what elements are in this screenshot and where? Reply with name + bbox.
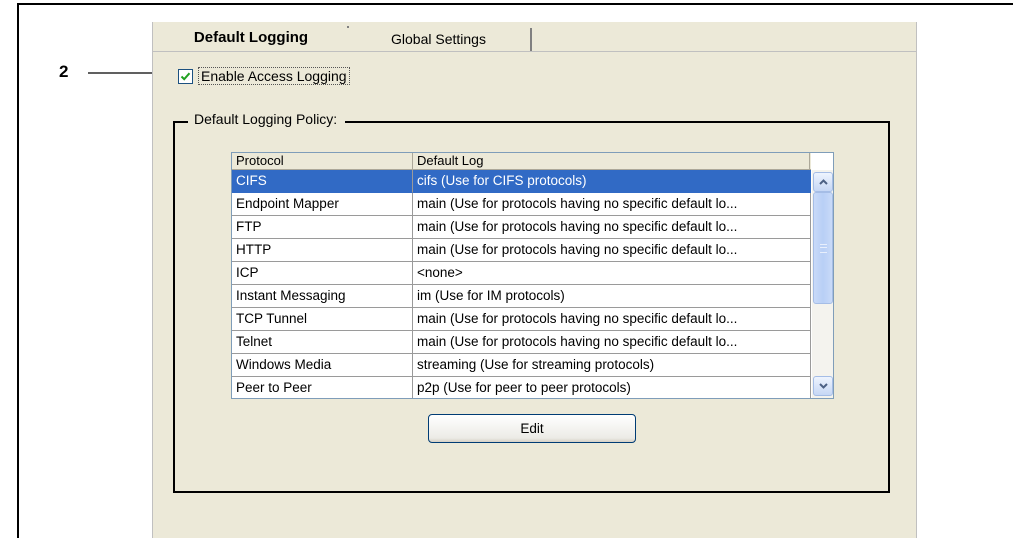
column-header-protocol[interactable]: Protocol <box>232 153 413 169</box>
default-log-cell: main (Use for protocols having no specif… <box>413 239 811 262</box>
protocol-cell: Peer to Peer <box>232 377 413 398</box>
table-row[interactable]: Windows Media streaming (Use for streami… <box>232 354 811 377</box>
protocol-cell: ICP <box>232 262 413 285</box>
table-row[interactable]: Endpoint Mapper main (Use for protocols … <box>232 193 811 216</box>
tab-global-settings[interactable]: Global Settings <box>347 28 532 52</box>
logging-dialog: Default Logging Global Settings Enable A… <box>152 22 917 538</box>
default-log-cell: cifs (Use for CIFS protocols) <box>413 170 811 193</box>
default-log-cell: streaming (Use for streaming protocols) <box>413 354 811 377</box>
scroll-down-button[interactable] <box>813 376 833 396</box>
chevron-up-icon <box>818 179 828 185</box>
chevron-down-icon <box>818 383 828 389</box>
default-log-cell: im (Use for IM protocols) <box>413 285 811 308</box>
table-row[interactable]: Peer to Peer p2p (Use for peer to peer p… <box>232 377 811 398</box>
edit-button[interactable]: Edit <box>428 414 636 443</box>
default-log-cell: main (Use for protocols having no specif… <box>413 216 811 239</box>
protocol-log-table[interactable]: Protocol Default Log CIFS cifs (Use for … <box>231 152 834 399</box>
scroll-grip-icon <box>819 243 827 253</box>
protocol-cell: Endpoint Mapper <box>232 193 413 216</box>
default-log-cell: main (Use for protocols having no specif… <box>413 308 811 331</box>
protocol-cell: Windows Media <box>232 354 413 377</box>
checkmark-icon <box>180 72 191 81</box>
table-row[interactable]: TCP Tunnel main (Use for protocols havin… <box>232 308 811 331</box>
table-row[interactable]: FTP main (Use for protocols having no sp… <box>232 216 811 239</box>
column-header-default-log[interactable]: Default Log <box>413 153 810 169</box>
table-row[interactable]: CIFS cifs (Use for CIFS protocols) <box>232 170 811 193</box>
table-row[interactable]: ICP <none> <box>232 262 811 285</box>
enable-access-logging-checkbox[interactable] <box>178 68 193 84</box>
scroll-thumb[interactable] <box>813 192 833 304</box>
default-log-cell: main (Use for protocols having no specif… <box>413 193 811 216</box>
default-log-cell: main (Use for protocols having no specif… <box>413 331 811 354</box>
table-row[interactable]: HTTP main (Use for protocols having no s… <box>232 239 811 262</box>
table-header: Protocol Default Log <box>232 153 811 170</box>
tab-strip: Default Logging Global Settings <box>153 22 916 52</box>
enable-access-logging-label[interactable]: Enable Access Logging <box>198 67 350 85</box>
scroll-up-button[interactable] <box>813 172 833 192</box>
protocol-cell: CIFS <box>232 170 413 193</box>
enable-access-logging-row[interactable]: Enable Access Logging <box>178 66 350 86</box>
default-log-cell: p2p (Use for peer to peer protocols) <box>413 377 811 398</box>
protocol-cell: FTP <box>232 216 413 239</box>
default-log-cell: <none> <box>413 262 811 285</box>
table-row[interactable]: Telnet main (Use for protocols having no… <box>232 331 811 354</box>
table-body: CIFS cifs (Use for CIFS protocols) Endpo… <box>232 170 811 398</box>
tab-divider <box>153 51 916 52</box>
protocol-cell: Telnet <box>232 331 413 354</box>
table-scrollbar[interactable] <box>812 170 833 398</box>
table-row[interactable]: Instant Messaging im (Use for IM protoco… <box>232 285 811 308</box>
default-logging-policy-legend: Default Logging Policy: <box>188 109 346 129</box>
protocol-cell: HTTP <box>232 239 413 262</box>
protocol-cell: TCP Tunnel <box>232 308 413 331</box>
protocol-cell: Instant Messaging <box>232 285 413 308</box>
tab-default-logging[interactable]: Default Logging <box>155 26 349 52</box>
